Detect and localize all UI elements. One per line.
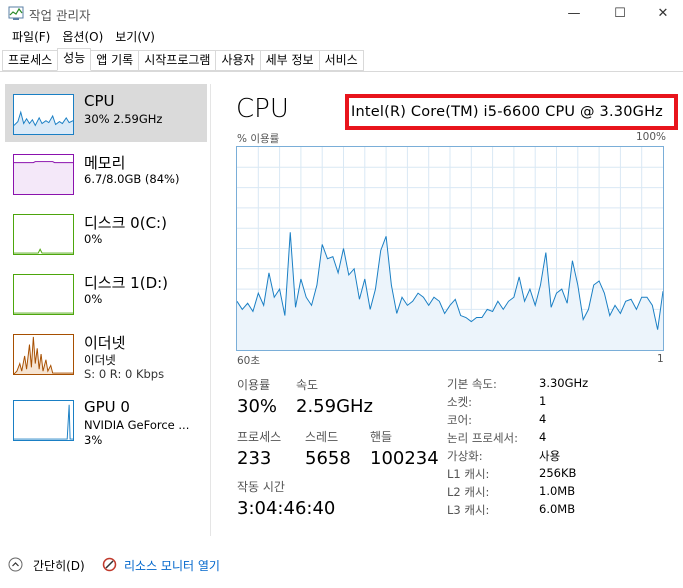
processes-value: 233 bbox=[237, 448, 272, 469]
spec-label-logical-processors: 논리 프로세서: bbox=[447, 431, 519, 445]
memory-sparkline-icon bbox=[13, 154, 74, 195]
tab-processes[interactable]: 프로세스 bbox=[2, 50, 59, 71]
handles-value: 100234 bbox=[370, 448, 439, 469]
title-bar: 작업 관리자 — ☐ ✕ bbox=[0, 0, 683, 26]
tab-app-history[interactable]: 앱 기록 bbox=[90, 50, 140, 71]
sidebar-item-detail: 30% 2.59GHz bbox=[84, 112, 163, 126]
close-button[interactable]: ✕ bbox=[640, 0, 683, 26]
close-icon: ✕ bbox=[657, 5, 669, 21]
utilization-label: 이용률 bbox=[237, 378, 271, 392]
sidebar-item-memory[interactable]: 메모리 6.7/8.0GB (84%) bbox=[5, 144, 207, 202]
sidebar-item-usage: 3% bbox=[84, 433, 103, 447]
sidebar-item-disk-1[interactable]: 디스크 1(D:) 0% bbox=[5, 264, 207, 322]
tab-details[interactable]: 세부 정보 bbox=[259, 50, 320, 71]
uptime-label: 작동 시간 bbox=[237, 480, 285, 494]
spec-label-virtualization: 가상화: bbox=[447, 449, 483, 463]
threads-label: 스레드 bbox=[305, 430, 339, 444]
menu-options[interactable]: 옵션(O) bbox=[56, 27, 109, 47]
spec-value-base-speed: 3.30GHz bbox=[539, 376, 589, 390]
sidebar-divider bbox=[210, 84, 211, 536]
tab-services[interactable]: 서비스 bbox=[318, 50, 364, 71]
spec-value-virtualization: 사용 bbox=[539, 449, 561, 463]
maximize-icon: ☐ bbox=[614, 5, 626, 21]
sidebar-item-title: 디스크 0(C:) bbox=[84, 214, 167, 232]
spec-value-logical-processors: 4 bbox=[539, 430, 547, 444]
spec-value-l1-cache: 256KB bbox=[539, 466, 577, 480]
tab-users[interactable]: 사용자 bbox=[215, 50, 261, 71]
sidebar-item-title: 디스크 1(D:) bbox=[84, 274, 169, 292]
page-title: CPU bbox=[236, 94, 289, 124]
spec-label-l3-cache: L3 캐시: bbox=[447, 503, 490, 517]
sidebar-item-detail: 이더넷 bbox=[84, 353, 116, 367]
maximize-button[interactable]: ☐ bbox=[597, 0, 643, 26]
disk-sparkline-icon bbox=[13, 274, 74, 315]
sidebar-item-title: GPU 0 bbox=[84, 398, 130, 416]
handles-label: 핸들 bbox=[370, 430, 393, 444]
sidebar-item-title: CPU bbox=[84, 92, 115, 110]
menu-file[interactable]: 파일(F) bbox=[6, 27, 56, 47]
collapse-label: 간단히(D) bbox=[33, 559, 85, 573]
graph-y-label: % 이용률 bbox=[237, 133, 280, 145]
sidebar-item-detail: 6.7/8.0GB (84%) bbox=[84, 172, 180, 186]
tab-performance[interactable]: 성능 bbox=[57, 48, 92, 71]
tab-bar: 프로세스 성능 앱 기록 시작프로그램 사용자 세부 정보 서비스 bbox=[2, 48, 364, 72]
graph-time-label: 60초 bbox=[237, 355, 261, 367]
gpu-sparkline-icon bbox=[13, 400, 74, 441]
ethernet-sparkline-icon bbox=[13, 334, 74, 375]
minimize-icon: — bbox=[567, 5, 581, 21]
chevron-up-icon bbox=[8, 557, 23, 572]
spec-value-cores: 4 bbox=[539, 412, 547, 426]
sidebar-item-title: 이더넷 bbox=[84, 334, 126, 352]
sidebar-item-cpu[interactable]: CPU 30% 2.59GHz bbox=[5, 84, 207, 142]
sidebar-item-disk-0[interactable]: 디스크 0(C:) 0% bbox=[5, 204, 207, 262]
sidebar-item-throughput: S: 0 R: 0 Kbps bbox=[84, 367, 165, 381]
spec-label-l1-cache: L1 캐시: bbox=[447, 467, 490, 481]
spec-value-l2-cache: 1.0MB bbox=[539, 484, 576, 498]
sidebar-item-detail: 0% bbox=[84, 292, 103, 306]
utilization-value: 30% bbox=[237, 396, 278, 417]
resource-sidebar: CPU 30% 2.59GHz 메모리 6.7/8.0GB (84%) 디스크 … bbox=[0, 84, 208, 540]
window-title: 작업 관리자 bbox=[29, 8, 91, 23]
sidebar-item-ethernet[interactable]: 이더넷 이더넷 S: 0 R: 0 Kbps bbox=[5, 324, 207, 382]
spec-label-base-speed: 기본 속도: bbox=[447, 377, 497, 391]
spec-value-sockets: 1 bbox=[539, 394, 547, 408]
tab-startup[interactable]: 시작프로그램 bbox=[138, 50, 217, 71]
speed-label: 속도 bbox=[296, 378, 319, 392]
cpu-utilization-graph bbox=[236, 146, 664, 351]
cpu-model-name: Intel(R) Core(TM) i5-6600 CPU @ 3.30GHz bbox=[351, 104, 663, 120]
sidebar-item-gpu[interactable]: GPU 0 NVIDIA GeForce ... 3% bbox=[5, 390, 207, 448]
uptime-value: 3:04:46:40 bbox=[237, 498, 336, 519]
menu-bar: 파일(F) 옵션(O) 보기(V) bbox=[0, 27, 161, 47]
minimize-button[interactable]: — bbox=[551, 0, 597, 26]
spec-label-cores: 코어: bbox=[447, 413, 473, 427]
sidebar-item-detail: NVIDIA GeForce ... bbox=[84, 418, 190, 432]
graph-min-label: 1 bbox=[657, 353, 664, 365]
speed-value: 2.59GHz bbox=[296, 396, 374, 417]
footer-bar: 간단히(D) 리소스 모니터 열기 bbox=[0, 553, 683, 577]
disk-sparkline-icon bbox=[13, 214, 74, 255]
menu-view[interactable]: 보기(V) bbox=[109, 27, 161, 47]
sidebar-item-title: 메모리 bbox=[84, 154, 126, 172]
processes-label: 프로세스 bbox=[237, 430, 282, 444]
cpu-sparkline-icon bbox=[13, 94, 74, 135]
graph-max-label: 100% bbox=[636, 131, 667, 143]
spec-label-l2-cache: L2 캐시: bbox=[447, 485, 490, 499]
spec-value-l3-cache: 6.0MB bbox=[539, 502, 576, 516]
spec-label-sockets: 소켓: bbox=[447, 395, 473, 409]
sidebar-item-detail: 0% bbox=[84, 232, 103, 246]
resource-monitor-icon bbox=[102, 557, 117, 572]
task-manager-icon bbox=[8, 6, 24, 20]
threads-value: 5658 bbox=[305, 448, 351, 469]
resource-monitor-label: 리소스 모니터 열기 bbox=[124, 559, 220, 573]
